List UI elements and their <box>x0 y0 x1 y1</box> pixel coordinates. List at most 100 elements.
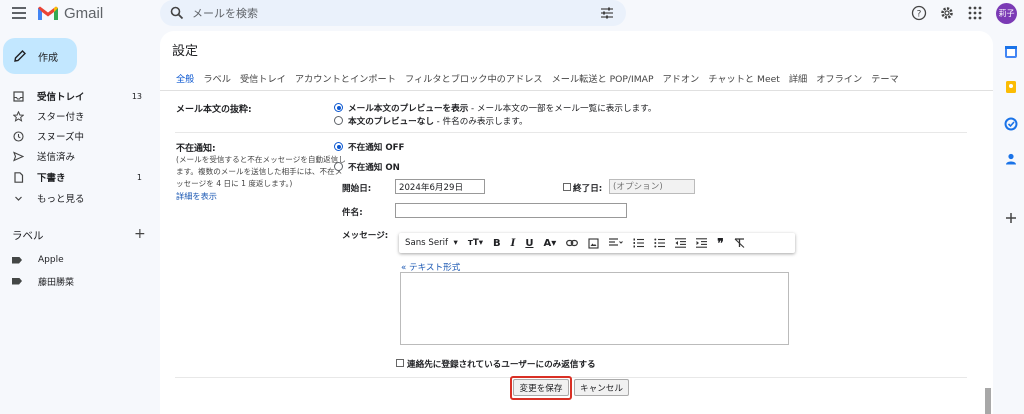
preview-on-radio[interactable] <box>334 103 343 112</box>
formatting-toolbar: Sans Serif ▾ тT▾ B I U A▾ ❞ <box>399 233 795 253</box>
add-label-button[interactable]: + <box>134 226 146 242</box>
details-link[interactable]: 詳細を表示 <box>176 191 217 201</box>
chevron-down-icon: ▾ <box>453 238 458 248</box>
tab-themes[interactable]: テーマ <box>871 71 899 85</box>
align-icon[interactable] <box>609 238 624 248</box>
sidebar-item-label: 送信済み <box>37 152 76 163</box>
link-icon[interactable] <box>566 238 579 248</box>
main-menu-icon[interactable] <box>12 7 26 19</box>
italic-icon[interactable]: I <box>511 238 516 249</box>
vacation-setting-label: 不在通知: <box>176 144 216 154</box>
contacts-icon[interactable] <box>1004 152 1018 166</box>
underline-icon[interactable]: U <box>525 238 533 249</box>
label-tag-icon <box>12 277 22 285</box>
help-icon[interactable]: ? <box>911 5 927 21</box>
end-date-checkbox[interactable] <box>563 183 571 191</box>
sidebar-item-more[interactable]: もっと見る <box>0 188 152 208</box>
gmail-logo[interactable]: Gmail <box>37 4 103 22</box>
label-item-apple[interactable]: Apple <box>0 251 152 269</box>
save-changes-button[interactable]: 変更を保存 <box>513 379 569 396</box>
settings-gear-icon[interactable] <box>939 5 955 21</box>
sidebar-item-snoozed[interactable]: スヌーズ中 <box>0 126 152 146</box>
label-name: Apple <box>38 255 64 265</box>
sidebar-item-drafts[interactable]: 下書き 1 <box>0 167 152 187</box>
preview-off-radio[interactable] <box>334 116 343 125</box>
search-options-icon[interactable] <box>600 6 614 20</box>
search-bar[interactable] <box>160 0 626 26</box>
tab-labels[interactable]: ラベル <box>203 71 231 85</box>
tabs-divider <box>160 90 993 91</box>
labels-heading: ラベル <box>12 230 44 242</box>
start-date-input[interactable] <box>395 179 485 194</box>
page-title: 設定 <box>172 44 199 59</box>
font-size-icon[interactable]: тT▾ <box>468 238 483 248</box>
vacation-description-text: (メールを受信すると不在メッセージを自動返信します。複数のメールを送信した相手に… <box>176 155 346 188</box>
vacation-off-label: 不在通知 OFF <box>348 143 405 153</box>
label-item-fujita[interactable]: 藤田勝菜 <box>0 272 152 290</box>
tab-forwarding[interactable]: メール転送と POP/IMAP <box>552 71 654 85</box>
search-input[interactable] <box>192 4 572 22</box>
add-addon-icon[interactable] <box>1004 211 1018 225</box>
font-family-select[interactable]: Sans Serif ▾ <box>405 238 458 248</box>
end-date-input[interactable] <box>609 179 695 194</box>
contacts-only-checkbox[interactable] <box>396 359 404 367</box>
vacation-off-radio[interactable] <box>334 142 343 151</box>
option-desc: - メール本文の一部をメール一覧に表示します。 <box>468 104 657 114</box>
keep-icon[interactable] <box>1004 80 1018 94</box>
option-desc: - 件名のみ表示します。 <box>433 117 528 127</box>
compose-label: 作成 <box>38 52 58 64</box>
quote-icon[interactable]: ❞ <box>717 236 723 250</box>
calendar-icon[interactable] <box>1004 45 1018 59</box>
sidebar-item-starred[interactable]: スター付き <box>0 106 152 126</box>
vacation-on-radio[interactable] <box>334 162 343 171</box>
indent-more-icon[interactable] <box>696 238 708 248</box>
search-icon[interactable] <box>170 6 184 20</box>
tab-inbox[interactable]: 受信トレイ <box>240 71 286 85</box>
preview-on-option: メール本文のプレビューを表示 - メール本文の一部をメール一覧に表示します。 <box>348 102 657 114</box>
image-icon[interactable] <box>588 237 599 249</box>
svg-text:?: ? <box>917 9 922 19</box>
tasks-icon[interactable] <box>1004 117 1018 131</box>
send-icon <box>12 150 24 162</box>
option-title: 本文のプレビューなし <box>348 117 434 127</box>
scrollbar-thumb[interactable] <box>985 388 991 414</box>
sidebar-item-inbox[interactable]: 受信トレイ 13 <box>0 86 152 106</box>
tab-accounts[interactable]: アカウントとインポート <box>295 71 396 85</box>
draft-icon <box>12 171 24 183</box>
cancel-button[interactable]: キャンセル <box>574 379 629 396</box>
account-avatar[interactable]: 莉子 <box>996 3 1017 24</box>
text-color-icon[interactable]: A▾ <box>543 238 556 249</box>
gmail-m-icon <box>38 6 58 20</box>
tab-offline[interactable]: オフライン <box>816 71 862 85</box>
sidebar-item-label: 受信トレイ <box>37 92 85 103</box>
app-name: Gmail <box>64 4 104 22</box>
sidebar-item-label: スヌーズ中 <box>37 132 85 143</box>
indent-less-icon[interactable] <box>675 238 687 248</box>
subject-input[interactable] <box>395 203 627 218</box>
tab-addons[interactable]: アドオン <box>663 71 700 85</box>
tab-chat-meet[interactable]: チャットと Meet <box>708 71 780 85</box>
chevron-down-icon <box>12 192 24 204</box>
top-bar: Gmail ? 莉子 <box>0 0 1024 28</box>
vacation-description: (メールを受信すると不在メッセージを自動返信します。複数のメールを送信した相手に… <box>176 154 346 203</box>
apps-grid-icon[interactable] <box>967 5 983 21</box>
message-label: メッセージ: <box>342 231 389 241</box>
vacation-on-label: 不在通知 ON <box>348 163 400 173</box>
sidebar-item-sent[interactable]: 送信済み <box>0 146 152 166</box>
tab-general[interactable]: 全般 <box>176 71 194 85</box>
remove-formatting-icon[interactable] <box>734 238 745 248</box>
settings-tabs: 全般 ラベル 受信トレイ アカウントとインポート フィルタとブロック中のアドレス… <box>176 71 899 85</box>
message-body-editor[interactable] <box>400 272 789 345</box>
pencil-icon <box>14 50 26 62</box>
inbox-icon <box>12 90 24 102</box>
bold-icon[interactable]: B <box>493 238 501 249</box>
preview-off-option: 本文のプレビューなし - 件名のみ表示します。 <box>348 115 528 127</box>
bulleted-list-icon[interactable] <box>654 238 666 248</box>
compose-button[interactable]: 作成 <box>3 38 77 74</box>
tab-filters[interactable]: フィルタとブロック中のアドレス <box>405 71 543 85</box>
end-date-label: 終了日: <box>573 184 603 194</box>
unread-count: 13 <box>131 91 142 101</box>
tab-advanced[interactable]: 詳細 <box>789 71 807 85</box>
preview-setting-label: メール本文の抜粋: <box>176 105 252 115</box>
numbered-list-icon[interactable] <box>633 238 645 248</box>
